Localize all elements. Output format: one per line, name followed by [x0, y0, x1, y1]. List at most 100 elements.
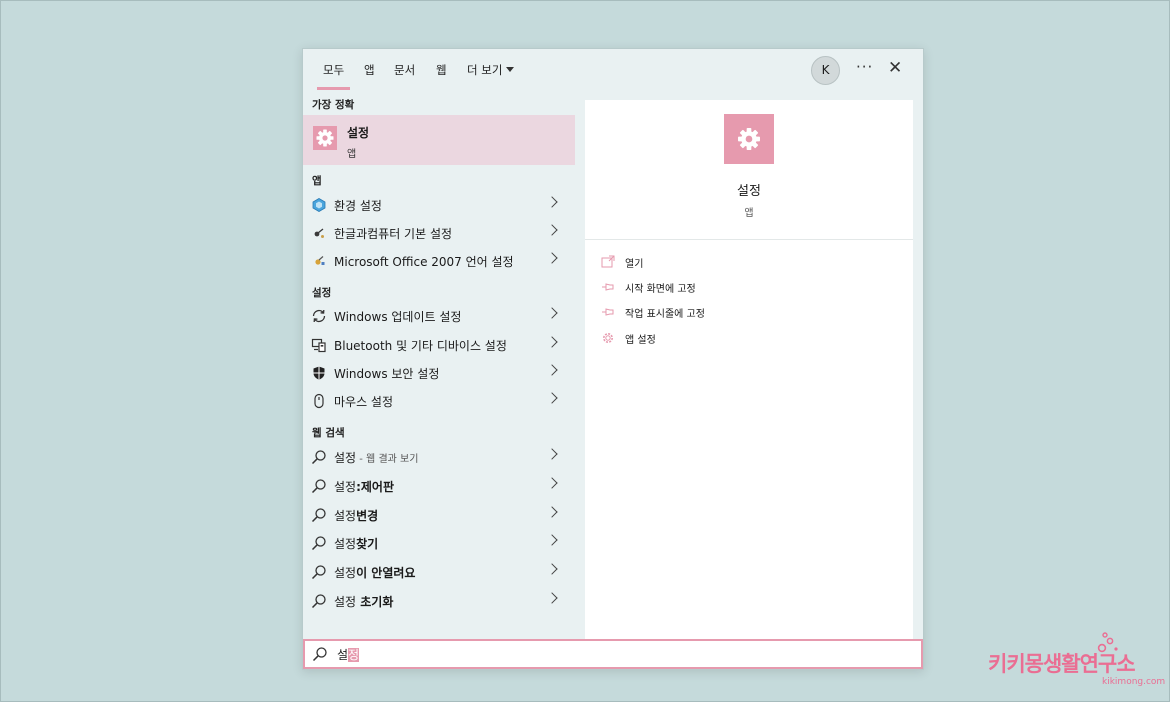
tab-apps[interactable]: 앱: [364, 62, 375, 78]
office-icon: [311, 253, 327, 269]
chevron-right-icon[interactable]: [546, 592, 558, 604]
filter-tabs: 모두 앱 문서 웹 더 보기 K ··· ✕: [303, 49, 923, 91]
results-list: 가장 정확 설정 앱 앱 환경 설정 한글과컴퓨터 기본 설정 Microsof…: [303, 91, 575, 639]
web-search-prefix: 설정: [334, 566, 357, 580]
app-item-label: Microsoft Office 2007 언어 설정: [334, 255, 514, 269]
tab-documents[interactable]: 문서: [394, 62, 415, 78]
web-search-bold: 이 안열려요: [356, 566, 416, 580]
more-options-button[interactable]: ···: [856, 58, 873, 76]
avatar[interactable]: K: [811, 56, 840, 85]
action-label: 열기: [625, 259, 644, 270]
web-search-item[interactable]: 설정이 안열려요: [303, 558, 575, 586]
section-apps: 앱: [312, 175, 322, 187]
web-search-prefix: 설정: [334, 537, 357, 551]
settings-item-windows-update[interactable]: Windows 업데이트 설정: [303, 302, 575, 330]
section-settings: 설정: [312, 287, 332, 299]
web-search-prefix: 설정: [334, 509, 357, 523]
section-best-match: 가장 정확: [312, 99, 355, 111]
chevron-right-icon[interactable]: [546, 477, 558, 489]
settings-item-mouse[interactable]: 마우스 설정: [303, 387, 575, 415]
chevron-right-icon[interactable]: [546, 392, 558, 404]
search-icon: [312, 646, 328, 662]
web-search-item[interactable]: 설정:제어판: [303, 472, 575, 500]
open-icon: [601, 254, 615, 268]
app-item-label: 환경 설정: [334, 199, 382, 213]
settings-item-label: Windows 보안 설정: [334, 367, 440, 381]
settings-item-security[interactable]: Windows 보안 설정: [303, 359, 575, 387]
search-typed-text: 설: [337, 648, 349, 662]
best-match-title: 설정: [347, 126, 370, 140]
tab-all[interactable]: 모두: [316, 62, 351, 90]
search-box[interactable]: 설정: [303, 639, 923, 669]
best-match-subtitle: 앱: [347, 149, 357, 160]
action-label: 작업 표시줄에 고정: [625, 309, 705, 320]
web-search-item[interactable]: 설정찾기: [303, 529, 575, 557]
chevron-right-icon[interactable]: [546, 506, 558, 518]
chevron-right-icon[interactable]: [546, 307, 558, 319]
gear-icon: [724, 114, 774, 164]
search-icon: [311, 564, 327, 580]
shield-icon: [311, 365, 327, 381]
web-search-suffix: - 웹 결과 보기: [356, 454, 419, 465]
settings-item-label: Windows 업데이트 설정: [334, 310, 462, 324]
watermark: 키키몽생활연구소 kikimong.com: [988, 632, 1165, 687]
action-label: 앱 설정: [625, 335, 656, 346]
gear-icon: [601, 330, 615, 344]
search-selected-text: 정: [348, 648, 360, 662]
chevron-right-icon[interactable]: [546, 252, 558, 264]
web-search-label: 설정 - 웹 결과 보기: [334, 449, 418, 466]
web-search-bold: 찾기: [356, 537, 379, 551]
web-search-prefix: 설정: [334, 480, 357, 494]
settings-item-bluetooth[interactable]: Bluetooth 및 기타 디바이스 설정: [303, 331, 575, 359]
bubbles-icon: [1097, 632, 1118, 653]
hexagon-icon: [311, 197, 327, 213]
detail-divider: [585, 239, 913, 240]
web-search-label: 설정이 안열려요: [334, 564, 415, 581]
sync-icon: [311, 308, 327, 324]
devices-icon: [311, 337, 327, 353]
chevron-right-icon[interactable]: [546, 534, 558, 546]
action-label: 시작 화면에 고정: [625, 284, 696, 295]
detail-title: 설정: [737, 184, 761, 199]
watermark-url: kikimong.com: [1102, 677, 1166, 687]
tab-more-label: 더 보기: [467, 63, 503, 77]
section-web-search: 웹 검색: [312, 427, 345, 439]
hancom-icon: [311, 225, 327, 241]
settings-item-label: 마우스 설정: [334, 395, 394, 409]
detail-subtitle: 앱: [744, 208, 754, 219]
tab-more[interactable]: 더 보기: [467, 62, 515, 78]
chevron-right-icon[interactable]: [546, 563, 558, 575]
web-search-label: 설정변경: [334, 507, 378, 524]
detail-panel: 설정 앱 열기 시작 화면에 고정 작업 표시줄에 고정 앱 설정: [585, 100, 913, 639]
chevron-right-icon[interactable]: [546, 196, 558, 208]
best-match-item[interactable]: 설정 앱: [303, 115, 575, 165]
web-search-item[interactable]: 설정변경: [303, 501, 575, 529]
web-search-prefix: 설정: [334, 451, 357, 465]
app-item-office-language[interactable]: Microsoft Office 2007 언어 설정: [303, 247, 575, 275]
mouse-icon: [311, 393, 327, 409]
search-icon: [311, 593, 327, 609]
search-window: 모두 앱 문서 웹 더 보기 K ··· ✕ 가장 정확 설정 앱 앱 환경 설…: [302, 48, 924, 670]
search-input[interactable]: 설정: [337, 646, 360, 663]
caret-down-icon: [506, 67, 515, 72]
web-search-item[interactable]: 설정 초기화: [303, 587, 575, 615]
web-search-item[interactable]: 설정 - 웹 결과 보기: [303, 443, 575, 471]
chevron-right-icon[interactable]: [546, 224, 558, 236]
settings-item-label: Bluetooth 및 기타 디바이스 설정: [334, 339, 507, 353]
web-search-label: 설정 초기화: [334, 593, 393, 610]
chevron-right-icon[interactable]: [546, 364, 558, 376]
web-search-label: 설정찾기: [334, 535, 378, 552]
app-item-label: 한글과컴퓨터 기본 설정: [334, 227, 453, 241]
app-item-environment[interactable]: 환경 설정: [303, 191, 575, 219]
app-item-hancom[interactable]: 한글과컴퓨터 기본 설정: [303, 219, 575, 247]
search-icon: [311, 449, 327, 465]
chevron-right-icon[interactable]: [546, 336, 558, 348]
chevron-right-icon[interactable]: [546, 448, 558, 460]
pin-icon: [601, 279, 615, 293]
web-search-bold: :제어판: [356, 480, 395, 494]
web-search-prefix: 설정: [334, 595, 357, 609]
pin-icon: [601, 304, 615, 318]
close-button[interactable]: ✕: [888, 58, 902, 78]
tab-web[interactable]: 웹: [436, 62, 447, 78]
search-icon: [311, 535, 327, 551]
